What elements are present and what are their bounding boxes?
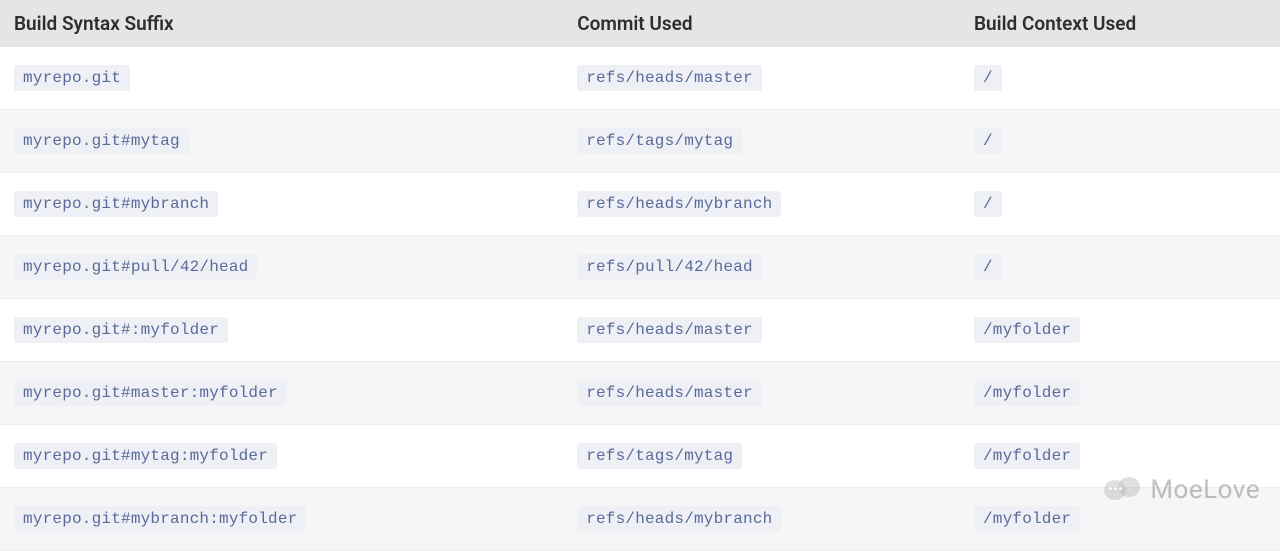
code-context: /myfolder	[974, 506, 1080, 532]
code-commit: refs/tags/mytag	[577, 128, 742, 154]
code-suffix: myrepo.git#mytag	[14, 128, 189, 154]
code-commit: refs/pull/42/head	[577, 254, 762, 280]
header-build-syntax: Build Syntax Suffix	[0, 0, 563, 47]
code-suffix: myrepo.git#mytag:myfolder	[14, 443, 277, 469]
table-row: myrepo.git#mybranch refs/heads/mybranch …	[0, 173, 1280, 236]
cell-context: /myfolder	[960, 425, 1280, 488]
code-commit: refs/heads/master	[577, 65, 762, 91]
cell-context: /	[960, 110, 1280, 173]
code-context: /myfolder	[974, 443, 1080, 469]
cell-suffix: myrepo.git#mybranch:myfolder	[0, 488, 563, 551]
code-context: /	[974, 191, 1002, 217]
code-commit: refs/heads/master	[577, 380, 762, 406]
cell-commit: refs/tags/mytag	[563, 110, 960, 173]
cell-context: /	[960, 236, 1280, 299]
cell-suffix: myrepo.git#mytag:myfolder	[0, 425, 563, 488]
cell-context: /	[960, 47, 1280, 110]
table-header-row: Build Syntax Suffix Commit Used Build Co…	[0, 0, 1280, 47]
code-context: /	[974, 128, 1002, 154]
cell-context: /	[960, 173, 1280, 236]
table-row: myrepo.git#mybranch:myfolder refs/heads/…	[0, 488, 1280, 551]
build-syntax-table: Build Syntax Suffix Commit Used Build Co…	[0, 0, 1280, 551]
code-suffix: myrepo.git#:myfolder	[14, 317, 228, 343]
cell-context: /myfolder	[960, 362, 1280, 425]
table-row: myrepo.git#:myfolder refs/heads/master /…	[0, 299, 1280, 362]
cell-commit: refs/tags/mytag	[563, 425, 960, 488]
code-suffix: myrepo.git#mybranch:myfolder	[14, 506, 306, 532]
table-row: myrepo.git#master:myfolder refs/heads/ma…	[0, 362, 1280, 425]
cell-suffix: myrepo.git#:myfolder	[0, 299, 563, 362]
code-suffix: myrepo.git#mybranch	[14, 191, 218, 217]
cell-context: /myfolder	[960, 488, 1280, 551]
code-context: /	[974, 65, 1002, 91]
code-commit: refs/tags/mytag	[577, 443, 742, 469]
cell-commit: refs/pull/42/head	[563, 236, 960, 299]
code-suffix: myrepo.git#pull/42/head	[14, 254, 257, 280]
cell-commit: refs/heads/mybranch	[563, 173, 960, 236]
cell-commit: refs/heads/master	[563, 47, 960, 110]
table-row: myrepo.git#pull/42/head refs/pull/42/hea…	[0, 236, 1280, 299]
cell-suffix: myrepo.git	[0, 47, 563, 110]
cell-commit: refs/heads/master	[563, 362, 960, 425]
code-suffix: myrepo.git#master:myfolder	[14, 380, 287, 406]
code-context: /myfolder	[974, 317, 1080, 343]
cell-suffix: myrepo.git#pull/42/head	[0, 236, 563, 299]
header-build-context: Build Context Used	[960, 0, 1280, 47]
code-commit: refs/heads/mybranch	[577, 191, 781, 217]
code-commit: refs/heads/master	[577, 317, 762, 343]
code-commit: refs/heads/mybranch	[577, 506, 781, 532]
cell-suffix: myrepo.git#mybranch	[0, 173, 563, 236]
cell-commit: refs/heads/master	[563, 299, 960, 362]
code-context: /myfolder	[974, 380, 1080, 406]
cell-suffix: myrepo.git#mytag	[0, 110, 563, 173]
code-suffix: myrepo.git	[14, 65, 130, 91]
header-commit-used: Commit Used	[563, 0, 960, 47]
table-row: myrepo.git refs/heads/master /	[0, 47, 1280, 110]
table-row: myrepo.git#mytag:myfolder refs/tags/myta…	[0, 425, 1280, 488]
cell-context: /myfolder	[960, 299, 1280, 362]
cell-suffix: myrepo.git#master:myfolder	[0, 362, 563, 425]
code-context: /	[974, 254, 1002, 280]
table-row: myrepo.git#mytag refs/tags/mytag /	[0, 110, 1280, 173]
cell-commit: refs/heads/mybranch	[563, 488, 960, 551]
